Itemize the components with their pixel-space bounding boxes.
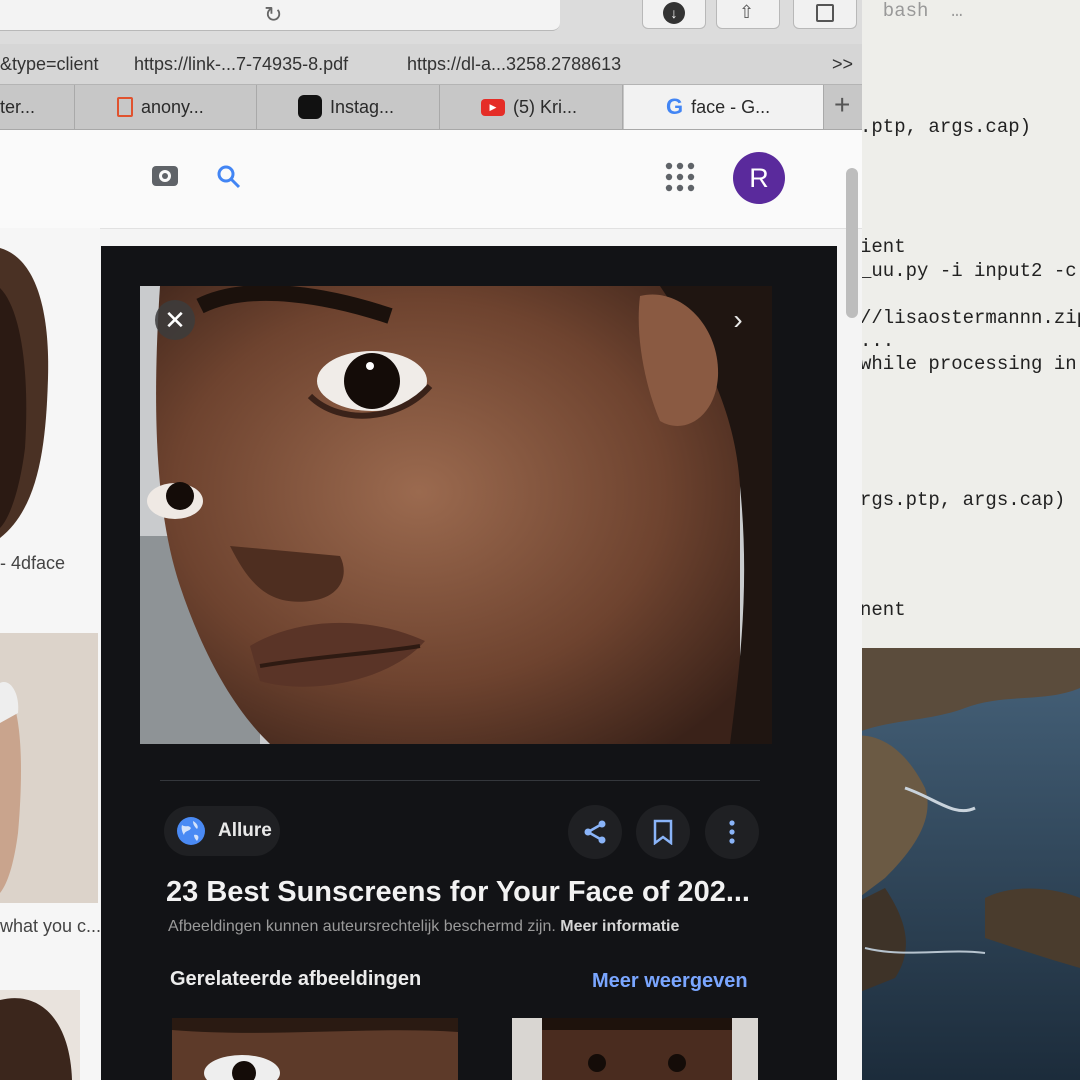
search-results-column: - 4dface what you c... xyxy=(0,228,101,1080)
google-icon: G xyxy=(666,94,684,119)
downloads-button[interactable]: ↓ xyxy=(642,0,706,29)
bookmark-item[interactable]: https://link-...7-74935-8.pdf xyxy=(134,54,348,75)
tab-overview-button[interactable] xyxy=(793,0,857,29)
bookmark-item[interactable]: https://dl-a...3258.2788613 xyxy=(407,54,621,75)
result-caption[interactable]: what you c... xyxy=(0,916,101,937)
browser-window: ↻ ↓ ⇧ &type=client https://link-...7-749… xyxy=(0,0,862,1080)
youtube-icon: ▶ xyxy=(481,98,505,116)
result-caption[interactable]: - 4dface xyxy=(0,553,65,574)
share-icon: ⇧ xyxy=(739,2,755,22)
browser-toolbar: ↻ ↓ ⇧ xyxy=(0,0,862,44)
bookmarks-bar: &type=client https://link-...7-74935-8.p… xyxy=(0,44,862,85)
more-info-link[interactable]: Meer informatie xyxy=(560,918,679,935)
close-preview-button[interactable]: ✕ xyxy=(155,300,195,340)
tab-terminal[interactable]: ter... xyxy=(0,85,75,129)
more-vert-icon xyxy=(729,820,735,844)
account-avatar[interactable]: R xyxy=(733,152,785,204)
notice-text: Afbeeldingen kunnen auteursrechtelijk be… xyxy=(168,918,556,935)
terminal-line: ient xyxy=(860,236,906,258)
tab-label: anony... xyxy=(141,96,204,117)
chevron-right-icon: › xyxy=(733,304,743,335)
bookmark-icon xyxy=(653,819,673,845)
search-icon[interactable] xyxy=(216,164,242,195)
terminal-line: ... xyxy=(860,330,895,352)
result-thumbnail[interactable] xyxy=(0,633,98,903)
share-button[interactable]: ⇧ xyxy=(716,0,780,29)
bookmark-item[interactable]: &type=client xyxy=(0,54,99,75)
tab-label: (5) Kri... xyxy=(513,96,578,117)
preview-image[interactable] xyxy=(140,286,772,744)
close-icon: ✕ xyxy=(164,304,186,335)
divider xyxy=(160,780,760,781)
related-image[interactable] xyxy=(172,1018,458,1080)
terminal-title: bash … xyxy=(860,0,963,22)
terminal-line: rgs.ptp, args.cap) xyxy=(860,489,1066,511)
terminal-line: nent xyxy=(860,599,906,621)
tab-bar: ter... anony... Instag... ▶ (5) Kri... G… xyxy=(0,85,862,130)
tab-youtube[interactable]: ▶ (5) Kri... xyxy=(441,85,623,129)
reload-icon[interactable]: ↻ xyxy=(264,2,282,28)
related-images-heading: Gerelateerde afbeeldingen xyxy=(170,968,422,990)
tab-instagram[interactable]: Instag... xyxy=(258,85,440,129)
next-image-button[interactable]: › xyxy=(725,300,751,340)
result-thumbnail[interactable] xyxy=(0,248,60,538)
share-icon xyxy=(584,820,606,844)
show-more-link[interactable]: Meer weergeven xyxy=(592,970,748,993)
terminal-window: bash … .ptp, args.cap) ient _uu.py -i in… xyxy=(860,0,1080,660)
camera-icon[interactable] xyxy=(152,166,178,186)
apps-grid-icon[interactable] xyxy=(665,162,695,197)
globe-icon xyxy=(176,816,206,846)
source-chip[interactable]: Allure xyxy=(164,806,280,856)
tab-label: ter... xyxy=(0,96,36,117)
new-tab-button[interactable]: + xyxy=(834,89,850,121)
share-button[interactable] xyxy=(568,805,622,859)
tabs-icon xyxy=(816,4,834,22)
tab-pdf[interactable]: anony... xyxy=(75,85,257,129)
copyright-notice: Afbeeldingen kunnen auteursrechtelijk be… xyxy=(168,918,679,936)
save-button[interactable] xyxy=(636,805,690,859)
pdf-icon xyxy=(117,97,133,117)
bookmarks-overflow[interactable]: >> xyxy=(832,54,853,75)
source-name: Allure xyxy=(218,820,272,841)
tab-google-face[interactable]: G face - G... xyxy=(624,85,824,129)
more-options-button[interactable] xyxy=(705,805,759,859)
desktop-wallpaper xyxy=(845,648,1080,1080)
image-title-link[interactable]: 23 Best Sunscreens for Your Face of 202.… xyxy=(166,876,750,909)
related-image[interactable] xyxy=(512,1018,758,1080)
terminal-line: _uu.py -i input2 -c xyxy=(860,260,1077,282)
terminal-line: //lisaostermannn.zip xyxy=(860,307,1080,329)
page-scrollbar[interactable] xyxy=(846,168,858,318)
download-icon: ↓ xyxy=(663,2,685,24)
instagram-icon xyxy=(298,95,322,119)
terminal-line: while processing in xyxy=(860,353,1077,375)
terminal-line: .ptp, args.cap) xyxy=(860,116,1032,138)
result-thumbnail[interactable] xyxy=(0,990,80,1080)
tab-label: face - G... xyxy=(691,96,771,117)
tab-label: Instag... xyxy=(330,96,395,117)
